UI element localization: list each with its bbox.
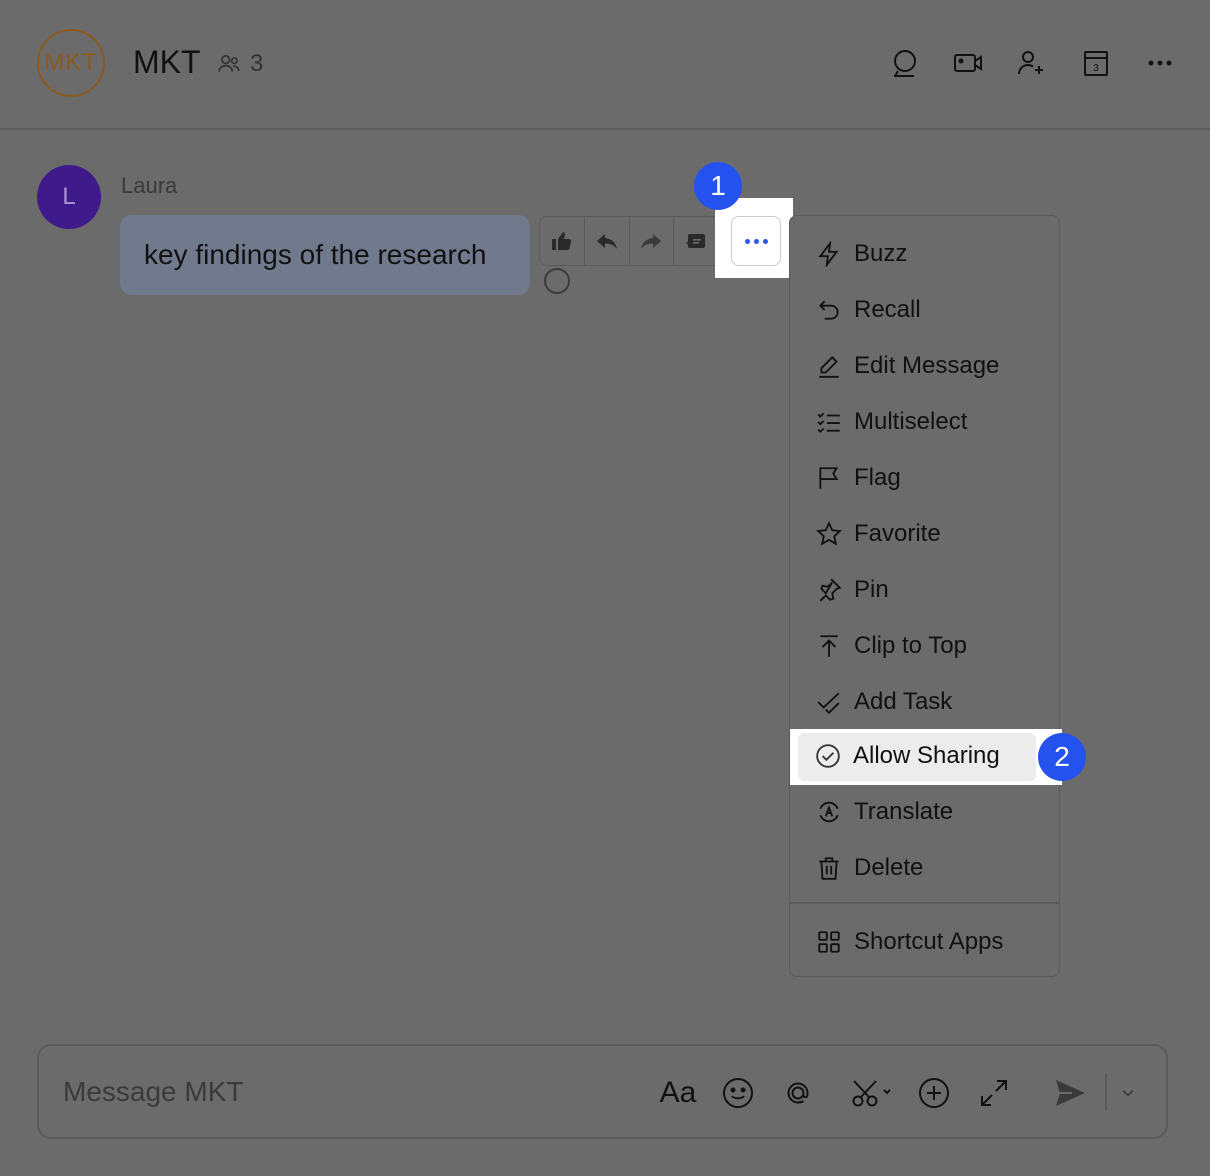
calendar-icon[interactable]: 3 (1078, 45, 1114, 81)
message-text: key findings of the research (144, 239, 487, 270)
message-context-menu: Buzz Recall Edit Message Multiselect Fla… (789, 215, 1060, 977)
checklist-icon (816, 409, 842, 435)
translate-icon (816, 799, 842, 825)
menu-item-flag[interactable]: Flag (790, 452, 1059, 504)
screenshot-icon[interactable] (847, 1074, 897, 1112)
menu-item-allow-sharing[interactable]: Allow Sharing (789, 730, 1058, 782)
chat-title[interactable]: MKT (133, 44, 201, 81)
send-divider (1105, 1074, 1107, 1110)
text-format-label: Aa (659, 1076, 697, 1109)
arrow-to-top-icon (816, 633, 842, 659)
more-dots-icon (744, 238, 750, 244)
menu-item-label: Favorite (854, 520, 941, 547)
step-badge-1: 1 (694, 162, 742, 210)
search-chat-icon[interactable] (887, 45, 923, 81)
menu-item-label: Buzz (854, 240, 908, 267)
menu-item-label: Add Task (854, 688, 953, 715)
menu-item-label: Shortcut Apps (854, 928, 1004, 955)
lightning-icon (816, 241, 842, 267)
text-format-icon[interactable]: Aa (659, 1074, 697, 1112)
menu-item-pin[interactable]: Pin (790, 564, 1059, 616)
mention-icon[interactable] (779, 1074, 817, 1112)
trash-icon (816, 855, 842, 881)
send-options-chevron-icon[interactable] (1115, 1074, 1141, 1112)
expand-icon[interactable] (975, 1074, 1013, 1112)
chat-header: MKT MKT 3 3 (0, 0, 1210, 130)
menu-item-label: Multiselect (854, 408, 968, 435)
menu-item-add-task[interactable]: Add Task (790, 676, 1059, 728)
menu-item-translate[interactable]: Translate (790, 786, 1059, 838)
reply-icon[interactable] (585, 217, 630, 265)
member-count[interactable]: 3 (216, 50, 263, 78)
grid-icon (816, 929, 842, 955)
video-call-icon[interactable] (950, 45, 986, 81)
group-avatar-text: MKT (44, 49, 98, 76)
menu-item-label: Clip to Top (854, 632, 967, 659)
menu-item-recall[interactable]: Recall (790, 284, 1059, 336)
menu-item-buzz[interactable]: Buzz (790, 228, 1059, 280)
message-composer[interactable]: Message MKT Aa (37, 1044, 1168, 1139)
star-icon (816, 521, 842, 547)
menu-item-delete[interactable]: Delete (790, 842, 1059, 894)
message-input-placeholder[interactable]: Message MKT (63, 1076, 244, 1108)
emoji-icon[interactable] (719, 1074, 757, 1112)
menu-item-clip-to-top[interactable]: Clip to Top (790, 620, 1059, 672)
sender-avatar[interactable]: L (37, 165, 101, 229)
pencil-icon (816, 353, 842, 379)
member-count-value: 3 (250, 50, 264, 77)
menu-item-label: Pin (854, 576, 889, 603)
menu-item-label: Edit Message (854, 352, 1000, 379)
thumbs-up-icon[interactable] (540, 217, 585, 265)
menu-item-label: Delete (854, 854, 924, 881)
menu-item-multiselect[interactable]: Multiselect (790, 396, 1059, 448)
menu-item-favorite[interactable]: Favorite (790, 508, 1059, 560)
thread-icon[interactable] (674, 217, 718, 265)
read-status-icon (544, 268, 570, 294)
group-avatar[interactable]: MKT (37, 29, 105, 97)
send-icon[interactable] (1051, 1074, 1089, 1112)
menu-item-label: Allow Sharing (853, 742, 1000, 769)
message-toolbar (539, 216, 719, 266)
sender-initial: L (62, 183, 76, 210)
message-bubble[interactable]: key findings of the research (120, 215, 530, 295)
pin-icon (816, 577, 842, 603)
menu-item-label: Translate (854, 798, 954, 825)
add-attachment-icon[interactable] (915, 1074, 953, 1112)
members-icon (218, 55, 240, 72)
undo-icon (816, 297, 842, 323)
sender-name[interactable]: Laura (121, 173, 177, 199)
check-circle-icon (815, 743, 841, 769)
menu-item-shortcut-apps[interactable]: Shortcut Apps (790, 916, 1059, 968)
more-icon[interactable] (1142, 45, 1178, 81)
menu-item-edit-message[interactable]: Edit Message (790, 340, 1059, 392)
forward-icon[interactable] (630, 217, 675, 265)
menu-item-label: Recall (854, 296, 921, 323)
menu-divider (790, 902, 1059, 904)
more-actions-button[interactable] (731, 216, 781, 266)
svg-text:3: 3 (1093, 63, 1099, 74)
flag-icon (816, 465, 842, 491)
step-badge-2: 2 (1038, 733, 1086, 781)
add-member-icon[interactable] (1013, 45, 1049, 81)
menu-item-label: Flag (854, 464, 901, 491)
task-icon (816, 689, 842, 715)
